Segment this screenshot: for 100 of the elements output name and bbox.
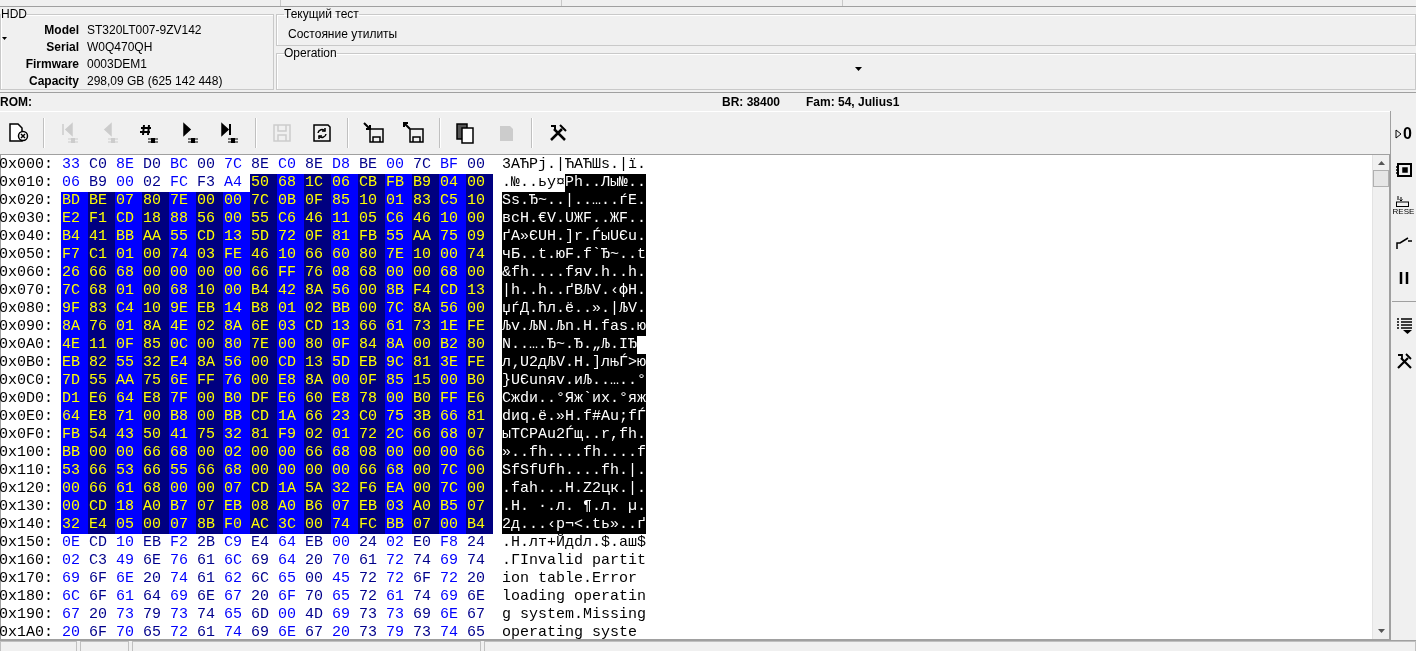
- hex-byte[interactable]: 00: [250, 444, 277, 462]
- hex-byte[interactable]: 6C: [250, 570, 277, 588]
- hex-byte[interactable]: 72: [277, 228, 304, 246]
- hex-byte[interactable]: 8A: [304, 282, 331, 300]
- hex-byte[interactable]: 74: [331, 516, 358, 534]
- hex-byte[interactable]: 7C: [412, 156, 439, 174]
- hex-byte[interactable]: E8: [88, 408, 115, 426]
- hex-byte[interactable]: 00: [412, 480, 439, 498]
- ascii-text[interactable]: »..fh....fh....f: [502, 444, 647, 462]
- hex-byte[interactable]: 56: [439, 300, 466, 318]
- hex-byte[interactable]: EB: [142, 534, 169, 552]
- hex-byte[interactable]: 01: [385, 192, 412, 210]
- hex-byte[interactable]: 18: [142, 210, 169, 228]
- hex-byte[interactable]: 76: [88, 318, 115, 336]
- hex-byte[interactable]: 00: [115, 174, 142, 192]
- hex-byte[interactable]: 73: [169, 606, 196, 624]
- hex-byte[interactable]: BE: [88, 192, 115, 210]
- hex-byte[interactable]: 6E: [115, 570, 142, 588]
- hex-byte[interactable]: 65: [223, 606, 250, 624]
- hex-byte[interactable]: 75: [142, 372, 169, 390]
- hex-byte[interactable]: 6F: [412, 570, 439, 588]
- hex-byte[interactable]: 9F: [61, 300, 88, 318]
- hex-byte[interactable]: 8A: [142, 318, 169, 336]
- hex-byte[interactable]: 68: [88, 282, 115, 300]
- hex-byte[interactable]: 0F: [358, 372, 385, 390]
- hex-byte[interactable]: 00: [466, 462, 493, 480]
- hex-byte[interactable]: DF: [250, 390, 277, 408]
- hex-byte[interactable]: 69: [61, 570, 88, 588]
- ascii-text[interactable]: чБ..t.юF.f`Ђ~..t: [502, 246, 647, 264]
- hex-byte[interactable]: 18: [115, 498, 142, 516]
- hex-byte[interactable]: 55: [250, 210, 277, 228]
- hex-byte[interactable]: 65: [466, 624, 493, 642]
- hex-byte[interactable]: 55: [115, 354, 142, 372]
- hex-byte[interactable]: 66: [439, 408, 466, 426]
- hex-byte[interactable]: 4D: [304, 606, 331, 624]
- hex-byte[interactable]: 01: [277, 300, 304, 318]
- hex-byte[interactable]: 46: [250, 246, 277, 264]
- hex-byte[interactable]: 20: [61, 624, 88, 642]
- hex-byte[interactable]: B8: [169, 408, 196, 426]
- hex-byte[interactable]: AA: [115, 372, 142, 390]
- hex-byte[interactable]: 42: [277, 282, 304, 300]
- hex-byte[interactable]: 8A: [223, 318, 250, 336]
- hex-byte[interactable]: 8E: [304, 156, 331, 174]
- hex-byte[interactable]: C0: [88, 156, 115, 174]
- hex-byte[interactable]: 00: [88, 444, 115, 462]
- hex-byte[interactable]: 00: [61, 480, 88, 498]
- hex-byte[interactable]: 00: [277, 606, 304, 624]
- hex-byte[interactable]: B0: [223, 390, 250, 408]
- hex-byte[interactable]: F1: [88, 210, 115, 228]
- hex-byte[interactable]: 46: [304, 210, 331, 228]
- hex-byte[interactable]: FB: [385, 174, 412, 192]
- hex-byte[interactable]: 81: [331, 228, 358, 246]
- hex-byte[interactable]: FB: [61, 426, 88, 444]
- side-toolbar-button[interactable]: RESE: [1392, 191, 1415, 221]
- hex-byte[interactable]: E4: [88, 516, 115, 534]
- hex-byte[interactable]: 4E: [169, 318, 196, 336]
- hex-byte[interactable]: 8B: [196, 516, 223, 534]
- hex-byte[interactable]: 20: [250, 588, 277, 606]
- hex-byte[interactable]: 8A: [61, 318, 88, 336]
- hex-byte[interactable]: 46: [412, 210, 439, 228]
- hex-byte[interactable]: 81: [412, 354, 439, 372]
- hex-byte[interactable]: 00: [196, 192, 223, 210]
- hex-byte[interactable]: 68: [385, 462, 412, 480]
- hex-byte[interactable]: 41: [169, 426, 196, 444]
- ascii-text[interactable]: .№..ьу¤: [502, 174, 565, 192]
- hex-byte[interactable]: 00: [331, 534, 358, 552]
- hex-byte[interactable]: 00: [304, 516, 331, 534]
- hex-byte[interactable]: 5A: [304, 480, 331, 498]
- hex-byte[interactable]: 73: [412, 624, 439, 642]
- hex-byte[interactable]: 7C: [250, 192, 277, 210]
- hex-byte[interactable]: 10: [277, 246, 304, 264]
- hex-byte[interactable]: B9: [412, 174, 439, 192]
- hex-byte[interactable]: 66: [142, 462, 169, 480]
- hex-byte[interactable]: 66: [304, 444, 331, 462]
- hex-byte[interactable]: BB: [115, 228, 142, 246]
- hex-byte[interactable]: EB: [61, 354, 88, 372]
- hex-byte[interactable]: 0F: [304, 228, 331, 246]
- hex-byte[interactable]: 80: [142, 192, 169, 210]
- hex-byte[interactable]: 07: [223, 480, 250, 498]
- hex-byte[interactable]: BB: [331, 300, 358, 318]
- hex-byte[interactable]: 07: [331, 498, 358, 516]
- hex-byte[interactable]: 00: [412, 444, 439, 462]
- hex-byte[interactable]: E6: [466, 390, 493, 408]
- ascii-text[interactable]: .fah...Н.Z2цк.|.: [502, 480, 647, 498]
- ascii-text[interactable]: dиq.ё.»Н.f#Аu;fЃ: [502, 408, 647, 426]
- hex-byte[interactable]: 66: [304, 246, 331, 264]
- hex-byte[interactable]: CD: [277, 354, 304, 372]
- hex-byte[interactable]: 67: [466, 606, 493, 624]
- hex-byte[interactable]: FC: [169, 174, 196, 192]
- hex-byte[interactable]: 08: [358, 444, 385, 462]
- hex-byte[interactable]: 7C: [61, 282, 88, 300]
- hex-byte[interactable]: 74: [412, 588, 439, 606]
- hex-byte[interactable]: C6: [277, 210, 304, 228]
- hex-byte[interactable]: 0C: [169, 336, 196, 354]
- hex-byte[interactable]: FF: [277, 264, 304, 282]
- hex-byte[interactable]: E6: [88, 390, 115, 408]
- hex-byte[interactable]: B8: [250, 300, 277, 318]
- hex-byte[interactable]: 72: [358, 588, 385, 606]
- hex-byte[interactable]: 03: [385, 498, 412, 516]
- hex-byte[interactable]: E6: [277, 390, 304, 408]
